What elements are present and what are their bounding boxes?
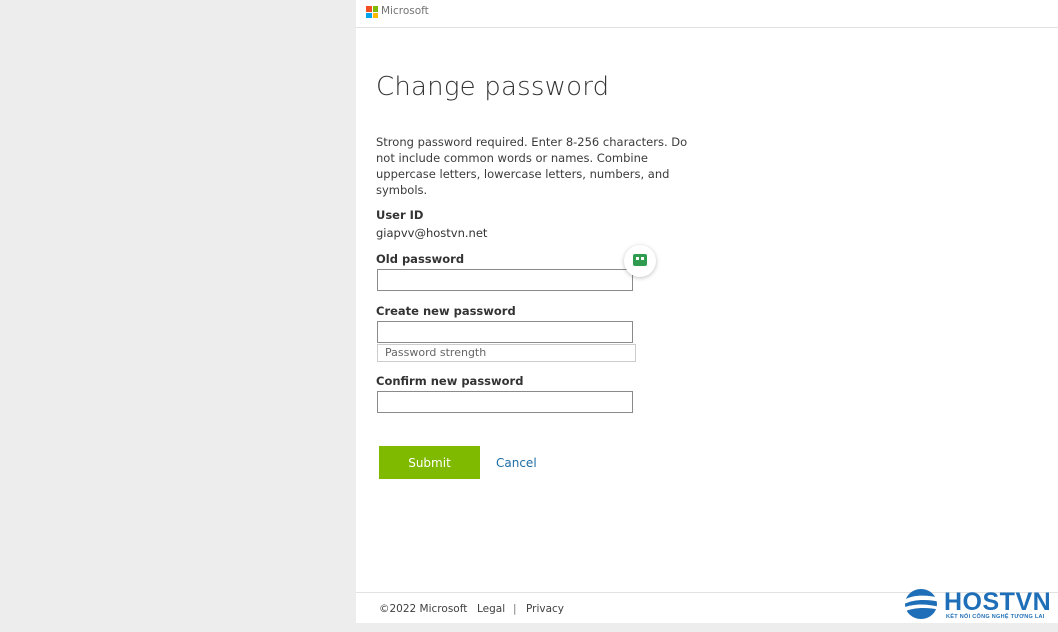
- user-id-label: User ID: [376, 208, 424, 222]
- user-id-value: giapvv@hostvn.net: [376, 226, 488, 240]
- password-manager-icon: [633, 254, 647, 266]
- hostvn-watermark: HOSTVN KẾT NỐI CÔNG NGHỆ TƯƠNG LAI: [902, 586, 1058, 626]
- confirm-password-input[interactable]: [377, 391, 633, 413]
- new-password-input[interactable]: [377, 321, 633, 343]
- microsoft-logo-icon: [366, 6, 378, 18]
- old-password-input[interactable]: [377, 269, 633, 291]
- password-manager-button[interactable]: [624, 245, 656, 277]
- copyright-text: ©2022 Microsoft: [379, 603, 468, 615]
- old-password-label: Old password: [376, 252, 465, 266]
- legal-link[interactable]: Legal: [477, 603, 505, 615]
- watermark-tagline: KẾT NỐI CÔNG NGHỆ TƯƠNG LAI: [946, 614, 1045, 620]
- hostvn-logo-icon: [903, 589, 940, 619]
- brand-name: Microsoft: [381, 5, 429, 17]
- footer-separator: |: [513, 603, 517, 615]
- password-strength-meter: Password strength: [377, 344, 636, 362]
- cancel-link[interactable]: Cancel: [496, 456, 537, 470]
- new-password-label: Create new password: [376, 304, 516, 318]
- submit-button[interactable]: Submit: [379, 446, 480, 479]
- top-bar: Microsoft: [356, 0, 1058, 28]
- watermark-brand: HOSTVN: [944, 588, 1052, 616]
- page-title: Change password: [376, 72, 610, 102]
- main-panel: Microsoft Change password Strong passwor…: [356, 0, 1058, 623]
- confirm-password-label: Confirm new password: [376, 374, 524, 388]
- password-requirements-text: Strong password required. Enter 8-256 ch…: [376, 135, 688, 197]
- privacy-link[interactable]: Privacy: [526, 603, 564, 615]
